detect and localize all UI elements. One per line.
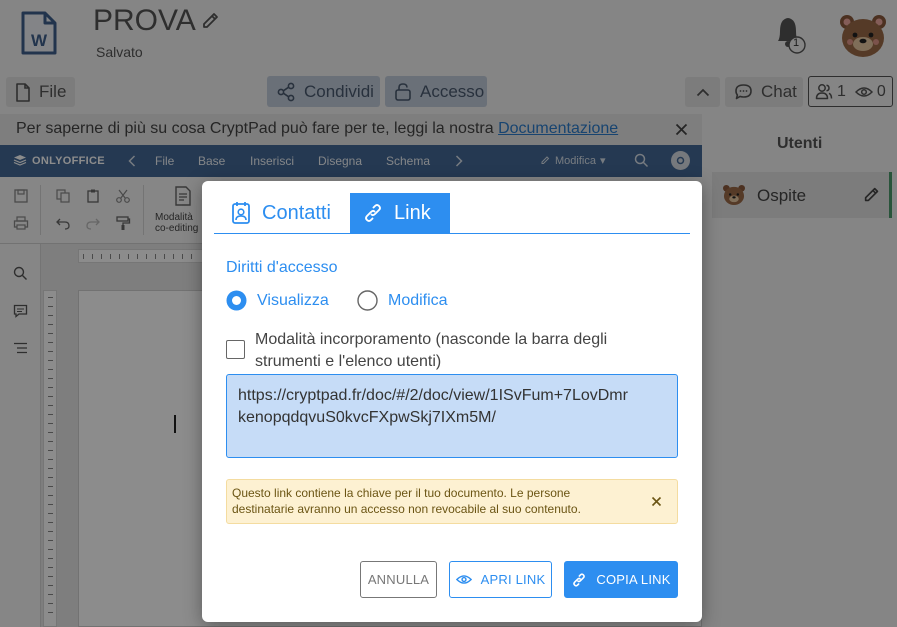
tab-underline (214, 233, 690, 234)
embed-mode-checkbox[interactable] (226, 340, 245, 359)
contacts-book-icon (230, 201, 252, 225)
share-link-textbox[interactable]: https://cryptpad.fr/doc/#/2/doc/view/1IS… (226, 374, 678, 458)
radio-edit[interactable]: Modifica (357, 290, 448, 311)
cancel-button[interactable]: ANNULLA (360, 561, 437, 598)
tab-link-label: Link (394, 201, 431, 224)
close-warning-icon[interactable] (651, 496, 662, 507)
radio-view-label: Visualizza (257, 291, 329, 309)
access-rights-title: Diritti d'accesso (226, 259, 338, 276)
tab-contacts-label: Contatti (262, 201, 331, 224)
eye-icon (455, 574, 472, 585)
key-warning-alert: Questo link contiene la chiave per il tu… (226, 479, 678, 524)
radio-view[interactable]: Visualizza (226, 290, 329, 311)
tab-contacts[interactable]: Contatti (218, 193, 350, 233)
radio-edit-unchecked-icon (357, 290, 378, 311)
link-chain-icon (571, 572, 587, 588)
open-link-button-label: APRI LINK (480, 572, 546, 587)
radio-edit-label: Modifica (388, 291, 448, 309)
share-modal: Contatti Link Diritti d'accesso Visualiz… (202, 181, 702, 622)
open-link-button[interactable]: APRI LINK (449, 561, 552, 598)
tab-link[interactable]: Link (350, 193, 450, 233)
radio-view-checked-icon (226, 290, 247, 311)
cancel-button-label: ANNULLA (367, 572, 430, 587)
link-chain-icon (362, 202, 384, 224)
embed-mode-label[interactable]: Modalità incorporamento (nasconde la bar… (255, 329, 607, 373)
copy-link-button[interactable]: COPIA LINK (564, 561, 678, 598)
copy-link-button-label: COPIA LINK (596, 572, 671, 587)
